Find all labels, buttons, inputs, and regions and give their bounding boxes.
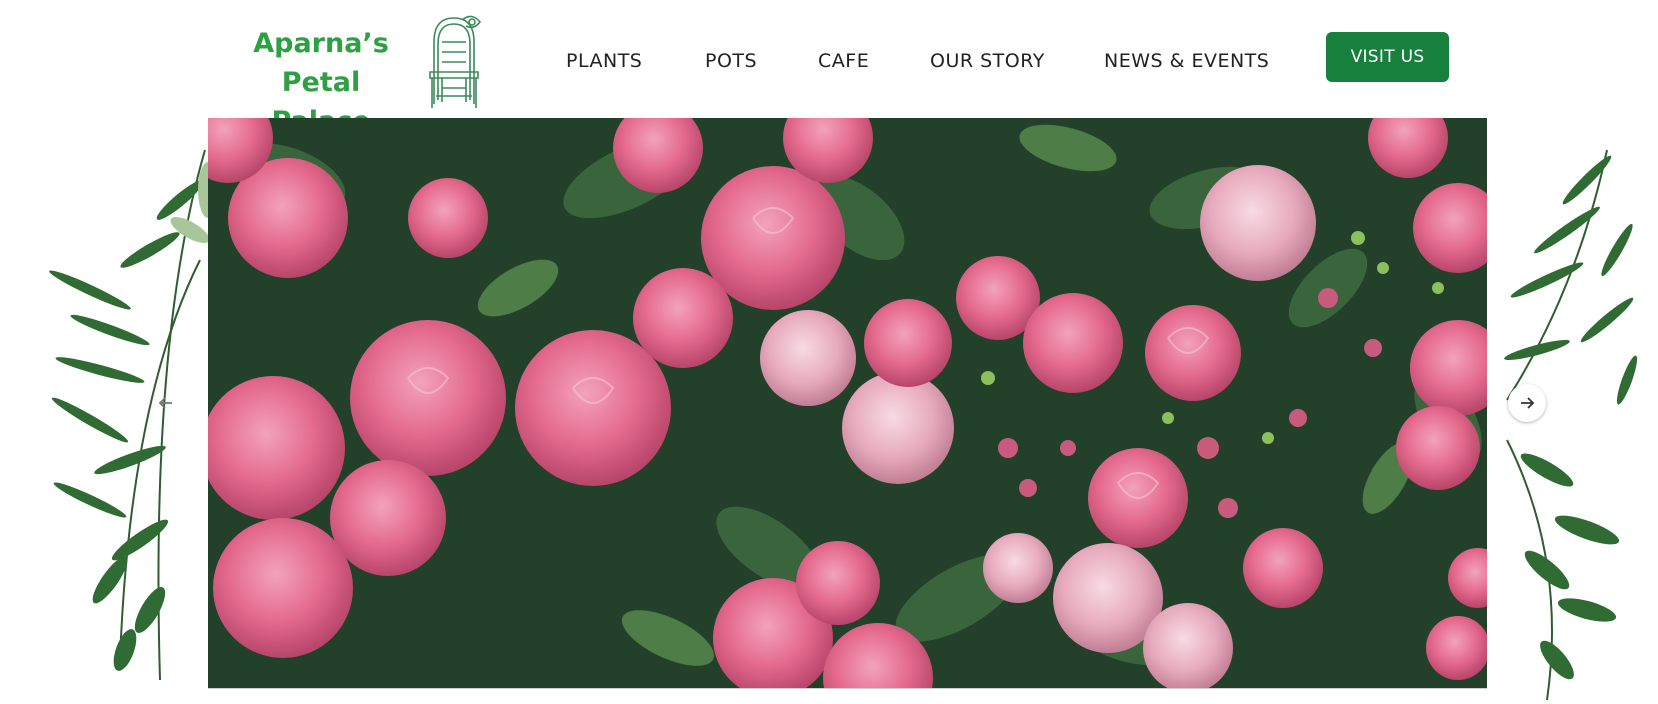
fern-left-decoration: [49, 149, 215, 681]
chair-icon: [429, 15, 482, 108]
visit-us-button[interactable]: VISIT US: [1326, 32, 1449, 82]
arrow-left-icon: [158, 397, 172, 409]
carousel-next-button[interactable]: [1508, 384, 1546, 422]
arrow-right-icon: [1521, 397, 1535, 409]
nav-our-story[interactable]: OUR STORY: [930, 50, 1045, 72]
nav-news-events[interactable]: NEWS & EVENTS: [1104, 50, 1269, 72]
nav-plants[interactable]: PLANTS: [566, 50, 642, 72]
nav-pots[interactable]: POTS: [705, 50, 757, 72]
logo-line-1: Aparna’s: [253, 28, 389, 59]
nav-cafe[interactable]: CAFE: [818, 50, 869, 72]
fern-right-decoration: [1504, 149, 1638, 701]
carousel-prev-button[interactable]: [147, 384, 185, 422]
hero-image-pink-roses: [208, 118, 1487, 689]
